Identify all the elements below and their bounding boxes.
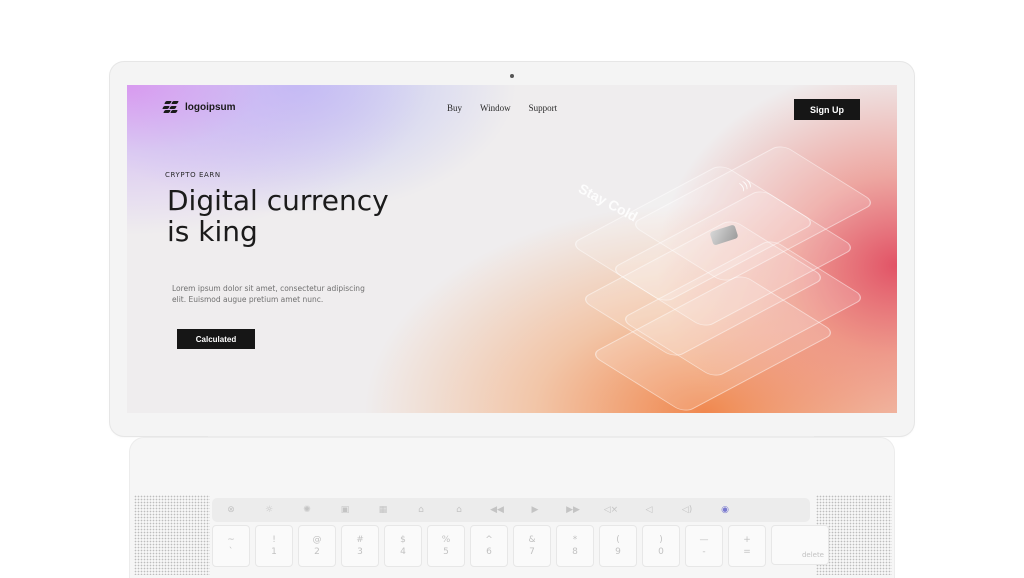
keyboard-key[interactable]: — - <box>685 525 723 567</box>
hero-description: Lorem ipsum dolor sit amet, consectetur … <box>172 284 365 304</box>
website-screen: logoipsum Buy Window Support Sign Up CRY… <box>127 85 897 413</box>
keyboard-key[interactable]: ) 0 <box>642 525 680 567</box>
fast-forward-icon[interactable]: ▶▶ <box>554 505 592 515</box>
keyboard-key[interactable]: + = <box>728 525 766 567</box>
camera-icon <box>510 74 514 78</box>
hero-headline: Digital currency is king <box>167 184 389 248</box>
logo-text: logoipsum <box>185 101 236 113</box>
siri-icon[interactable]: ◉ <box>706 505 744 515</box>
mission-control-icon[interactable]: ▣ <box>326 505 364 515</box>
keyboard-key[interactable]: % 5 <box>427 525 465 567</box>
play-icon[interactable]: ▶ <box>516 505 554 515</box>
keyboard-key[interactable]: ^ 6 <box>470 525 508 567</box>
keyboard-key[interactable]: $4 <box>384 525 422 567</box>
site-logo[interactable]: logoipsum <box>162 101 236 113</box>
nav-item-buy[interactable]: Buy <box>447 103 462 113</box>
keyboard-light-up-icon[interactable]: ⌂ <box>440 505 478 515</box>
keyboard-light-down-icon[interactable]: ⌂ <box>402 505 440 515</box>
keyboard-key[interactable]: #3 <box>341 525 379 567</box>
logo-mark-icon <box>162 101 179 113</box>
volume-down-icon[interactable]: ◁ <box>630 505 668 515</box>
credit-card-stack-illustration: Stay Cold ))) <box>497 143 877 413</box>
brightness-up-icon[interactable]: ✺ <box>288 505 326 515</box>
rewind-icon[interactable]: ◀◀ <box>478 505 516 515</box>
touch-bar[interactable]: ⊗ ☼ ✺ ▣ ▦ ⌂ ⌂ ◀◀ ▶ ▶▶ ◁× ◁ ◁) ◉ <box>212 498 810 522</box>
hero-eyebrow: CRYPTO EARN <box>165 171 221 179</box>
escape-icon[interactable]: ⊗ <box>212 505 250 515</box>
number-key-row: ~ ` ! 1 @2 #3 $4 % 5 ^ 6 & 7 * 8 (9 ) 0 — - + = d… <box>212 525 829 567</box>
mute-icon[interactable]: ◁× <box>592 505 630 515</box>
keyboard-key[interactable]: @2 <box>298 525 336 567</box>
main-nav: Buy Window Support <box>447 103 557 113</box>
volume-up-icon[interactable]: ◁) <box>668 505 706 515</box>
keyboard-key[interactable]: & 7 <box>513 525 551 567</box>
keyboard-key[interactable]: (9 <box>599 525 637 567</box>
brightness-down-icon[interactable]: ☼ <box>250 505 288 515</box>
keyboard-key[interactable]: * 8 <box>556 525 594 567</box>
delete-key[interactable]: delete <box>771 525 829 565</box>
launchpad-icon[interactable]: ▦ <box>364 505 402 515</box>
left-speaker-grille <box>134 495 210 575</box>
calculated-button[interactable]: Calculated <box>177 329 255 349</box>
signup-button[interactable]: Sign Up <box>794 99 860 120</box>
keyboard-key[interactable]: ! 1 <box>255 525 293 567</box>
nav-item-window[interactable]: Window <box>480 103 511 113</box>
keyboard-key[interactable]: ~ ` <box>212 525 250 567</box>
nav-item-support[interactable]: Support <box>529 103 558 113</box>
